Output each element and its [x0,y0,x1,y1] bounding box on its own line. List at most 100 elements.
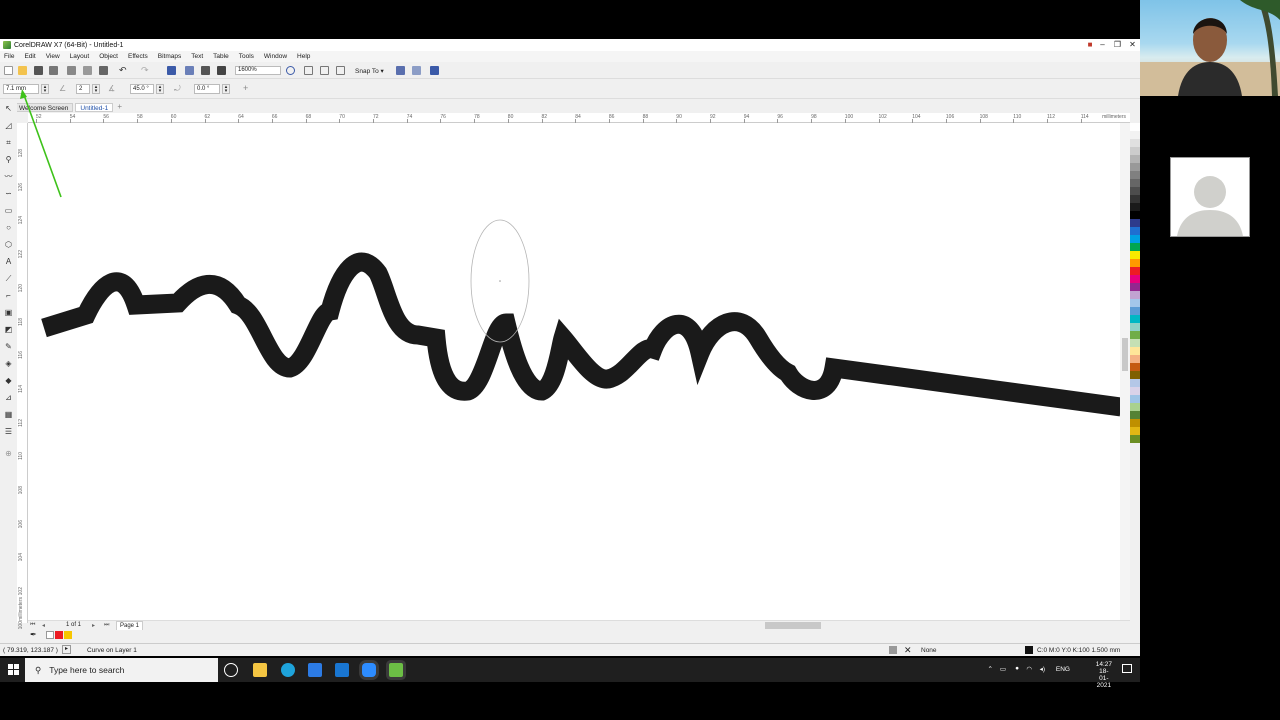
add-icon[interactable]: + [243,83,252,93]
options-icon[interactable] [396,66,405,75]
network-icon[interactable]: ▭ [1000,665,1006,673]
language-indicator[interactable]: ENG [1056,666,1070,673]
drawing-canvas[interactable] [28,123,1130,623]
minimize-button[interactable]: – [1095,39,1110,51]
menu-tools[interactable]: Tools [239,53,254,60]
edge-icon[interactable] [281,663,295,677]
zoom-level-select[interactable]: 1600% [235,66,281,75]
palette-swatch[interactable] [1130,395,1140,403]
menu-window[interactable]: Window [264,53,287,60]
coreldraw-taskbar-icon[interactable] [389,663,403,677]
color-palette[interactable] [1130,123,1140,623]
palette-swatch[interactable] [1130,355,1140,363]
palette-swatch[interactable] [1130,275,1140,283]
horizontal-ruler[interactable]: millimeters 52 54 56 58 60 62 64 66 68 70 72 74 76 78… [28,113,1130,123]
palette-swatch[interactable] [1130,403,1140,411]
palette-swatch[interactable] [1130,163,1140,171]
undo-icon[interactable]: ↶ [119,66,128,75]
welcome-screen-icon[interactable] [412,66,421,75]
palette-swatch[interactable] [1130,123,1140,131]
restore-button[interactable]: ❐ [1110,39,1125,51]
help-icon[interactable]: ■ [1085,39,1095,51]
hints-tool-icon[interactable]: ☰ [4,427,13,436]
palette-swatch[interactable] [1130,147,1140,155]
smart-fill-tool-icon[interactable]: ◆ [4,376,13,385]
menu-text[interactable]: Text [191,53,203,60]
palette-swatch[interactable] [1130,235,1140,243]
notifications-icon[interactable] [1122,664,1132,673]
palette-swatch[interactable] [1130,307,1140,315]
vertical-scrollbar[interactable] [1120,123,1130,623]
rotation-field[interactable]: 0.0 ° [194,84,220,94]
mesh-fill-tool-icon[interactable]: ▦ [4,410,13,419]
microphone-icon[interactable]: ● [1015,665,1019,672]
angle-field[interactable]: 45.0 ° [130,84,154,94]
tray-chevron-icon[interactable]: ⌃ [988,665,993,673]
menu-bitmaps[interactable]: Bitmaps [158,53,181,60]
close-button[interactable]: ✕ [1125,39,1140,51]
mail-icon[interactable] [335,663,349,677]
palette-swatch[interactable] [1130,331,1140,339]
palette-swatch[interactable] [1130,211,1140,219]
palette-swatch[interactable] [1130,387,1140,395]
palette-swatch[interactable] [1130,339,1140,347]
clock[interactable]: 14:27 18-01-2021 [1096,661,1112,689]
palette-swatch[interactable] [1130,171,1140,179]
show-grid-icon[interactable] [336,66,345,75]
palette-swatch[interactable] [1130,427,1140,435]
text-tool-icon[interactable]: A [4,257,13,266]
palette-swatch[interactable] [1130,411,1140,419]
palette-swatch[interactable] [1130,179,1140,187]
last-page-icon[interactable]: ⏭ [104,622,109,629]
vertical-scroll-thumb[interactable] [1122,338,1128,371]
palette-swatch[interactable] [1130,139,1140,147]
palette-swatch[interactable] [1130,187,1140,195]
palette-swatch[interactable] [1130,243,1140,251]
palette-swatch[interactable] [1130,203,1140,211]
outline-pen-tool-icon[interactable]: ⊿ [4,393,13,402]
store-icon[interactable] [308,663,322,677]
angle-spinner[interactable]: ▴ ▾ [156,84,164,94]
red-swatch[interactable] [55,631,63,639]
drop-shadow-tool-icon[interactable]: ▣ [4,308,13,317]
yellow-swatch[interactable] [64,631,72,639]
export-icon[interactable] [185,66,194,75]
palette-swatch[interactable] [1130,219,1140,227]
palette-swatch[interactable] [1130,419,1140,427]
file-explorer-icon[interactable] [253,663,267,677]
windows-start-icon[interactable] [8,664,19,675]
taskbar-search[interactable]: ⚲ Type here to search [25,658,218,682]
horizontal-scroll-thumb[interactable] [765,622,821,629]
interactive-fill-tool-icon[interactable]: ◈ [4,359,13,368]
palette-swatch[interactable] [1130,259,1140,267]
snap-to-dropdown[interactable]: Snap To ▾ [355,67,384,75]
palette-swatch[interactable] [1130,131,1140,139]
rotation-spinner[interactable]: ▴ ▾ [222,84,230,94]
palette-swatch[interactable] [1130,323,1140,331]
wifi-icon[interactable]: ◠ [1026,665,1032,673]
menu-table[interactable]: Table [213,53,229,60]
no-color-swatch[interactable] [46,631,54,639]
menu-effects[interactable]: Effects [128,53,148,60]
prev-page-icon[interactable]: ◂ [42,622,45,629]
eyedropper-icon[interactable]: ✒ [30,630,37,639]
import-icon[interactable] [167,66,176,75]
next-page-icon[interactable]: ▸ [92,622,95,629]
first-page-icon[interactable]: ⏮ [30,622,35,629]
transparency-tool-icon[interactable]: ◩ [4,325,13,334]
artistic-media-stroke[interactable] [41,252,1123,417]
palette-swatch[interactable] [1130,347,1140,355]
palette-swatch[interactable] [1130,315,1140,323]
add-tool-icon[interactable]: ⊕ [4,449,13,458]
palette-swatch[interactable] [1130,299,1140,307]
palette-swatch[interactable] [1130,227,1140,235]
palette-swatch[interactable] [1130,251,1140,259]
volume-icon[interactable]: ◂) [1040,665,1045,673]
application-launcher-icon[interactable] [430,66,439,75]
palette-swatch[interactable] [1130,435,1140,443]
show-rulers-icon[interactable] [320,66,329,75]
connector-tool-icon[interactable]: ⌐ [4,291,13,300]
app-launcher-icon[interactable] [217,66,226,75]
palette-swatch[interactable] [1130,195,1140,203]
polygon-tool-icon[interactable]: ⬡ [4,240,13,249]
